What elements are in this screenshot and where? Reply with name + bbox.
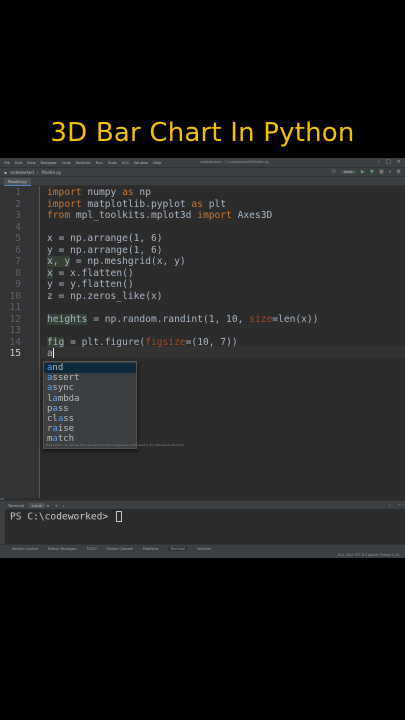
terminal-header: Terminal Local × + ⌄ ⋮ – [0,500,405,509]
completion-item-class[interactable]: class [44,414,136,424]
line-number: 11 [9,302,21,313]
line-number: 6 [15,244,21,256]
run-toolbar: ⚇ main ▶ ✱ ■ ⌕ ⚙ [331,169,401,175]
menu-vcs[interactable]: VCS [122,161,129,165]
line-number: 7 [15,256,21,267]
completion-item-assert[interactable]: assert [44,373,136,383]
terminal-output[interactable]: PS C:\codeworked> [5,509,405,543]
completion-item-lambda[interactable]: lambda [44,394,136,404]
code-line-10[interactable]: z = np.zeros_like(x) [47,291,163,303]
menu-run[interactable]: Run [96,161,103,165]
window-controls: – □ ✕ [378,159,401,165]
breadcrumb-file[interactable]: Plan6n.py [42,170,62,175]
toolwindow-services[interactable]: Services [197,547,211,551]
line-number: 9 [15,279,21,290]
line-number: 5 [15,233,21,244]
completion-item-pass[interactable]: pass [44,404,136,414]
code-line-12[interactable]: heights = np.random.randint(1, 10, size=… [47,313,319,326]
line-number: 12 [9,313,21,325]
code-line-9[interactable]: y = y.flatten() [47,279,134,291]
new-session-icon[interactable]: + [55,503,58,508]
line-number: 13 [9,325,21,336]
autocomplete-popup: and assert async lambda pass class raise… [43,361,184,449]
terminal-session-tab[interactable]: Local [29,503,46,508]
settings-icon[interactable]: ⚙ [397,169,401,175]
ide-window: File Edit View Navigate Code Refactor Ru… [0,158,405,558]
user-icon[interactable]: ⚇ [331,169,335,175]
line-number: 1 [15,187,21,198]
toolwindow-python-console[interactable]: Python Console [107,547,133,551]
line-number: 14 [9,336,21,348]
menu-code[interactable]: Code [62,161,71,165]
window-title: codeworked - C:\codeworked\Plan6n.py [200,160,270,164]
menu-navigate[interactable]: Navigate [41,161,57,165]
line-number: 8 [15,267,21,279]
status-bar: 15:1 CRLF UTF-8 4 spaces Python 3.10 [0,552,405,558]
line-number: 4 [15,221,21,233]
code-line-6[interactable]: y = np.arrange(1, 6) [47,245,163,257]
completion-hint: Press Ctrl+. to choose the selected (or … [46,443,185,447]
menu-window[interactable]: Window [134,161,148,165]
breadcrumb-project[interactable]: codeworked [10,170,34,175]
breadcrumb-separator: › [36,169,39,175]
terminal-prompt: PS C:\codeworked> [10,511,114,523]
code-line-8[interactable]: x = x.flatten() [47,267,134,280]
toolwindow-terminal[interactable]: Terminal [168,546,187,551]
code-line-2[interactable]: import matplotlib.pyplot as plt [47,199,226,211]
toolwindow-todo[interactable]: TODO [86,547,96,551]
editor-tabs: Plan6n.py [0,177,405,186]
tab-plan6n-py[interactable]: Plan6n.py [4,178,31,186]
code-line-3[interactable]: from mpl_toolkits.mplot3d import Axes3D [47,210,272,222]
menu-refactor[interactable]: Refactor [76,161,91,165]
close-icon[interactable]: ✕ [397,159,401,165]
code-line-5[interactable]: x = np.arrange(1, 6) [47,233,163,245]
completion-item-raise[interactable]: raise [44,424,136,434]
code-line-1[interactable]: import numpy as np [47,187,151,199]
line-number-current: 15 [9,348,21,359]
code-line-14[interactable]: fig = plt.figure(figsize=(10, 7)) [47,336,238,349]
navigation-bar: ▪ codeworked › Plan6n.py ⚇ main ▶ ✱ ■ ⌕ … [0,167,405,177]
line-number-gutter: 1 2 3 4 5 6 7 8 9 10 11 12 13 14 15 [0,186,40,498]
search-icon[interactable]: ⌕ [389,169,392,175]
sessions-dropdown-icon[interactable]: ⌄ [62,503,65,508]
tool-window-bar: Version Control Python Packages TODO Pyt… [0,544,405,552]
debug-icon[interactable]: ✱ [370,169,374,175]
line-number: 10 [9,290,21,302]
menu-view[interactable]: View [27,161,36,165]
close-session-icon[interactable]: × [46,503,49,508]
stop-icon[interactable]: ■ [379,169,384,175]
menu-help[interactable]: Help [153,161,161,165]
completion-item-async[interactable]: async [44,383,136,393]
menu-file[interactable]: File [4,161,10,165]
terminal-title: Terminal [8,503,25,508]
line-number: 2 [15,198,21,210]
video-headline: 3D Bar Chart In Python [50,118,355,148]
text-caret [52,348,54,358]
toolwindow-version-control[interactable]: Version Control [12,547,38,551]
toolwindow-python-packages[interactable]: Python Packages [48,547,77,551]
toolwindow-problems[interactable]: Problems [143,547,159,551]
menu-bar: File Edit View Navigate Code Refactor Ru… [0,158,405,167]
run-configuration-select[interactable]: main [340,170,356,174]
run-icon[interactable]: ▶ [361,169,365,175]
folder-icon: ▪ [4,169,7,175]
code-line-7[interactable]: x, y = np.meshgrid(x, y) [47,256,186,268]
menu-tools[interactable]: Tools [108,161,117,165]
minimize-icon[interactable]: – [378,159,381,165]
maximize-icon[interactable]: □ [386,159,391,165]
menu-edit[interactable]: Edit [15,161,22,165]
completion-item-and[interactable]: and [44,363,136,374]
code-line-15[interactable]: a [47,348,54,360]
terminal-cursor [115,511,122,522]
line-number: 3 [15,210,21,221]
